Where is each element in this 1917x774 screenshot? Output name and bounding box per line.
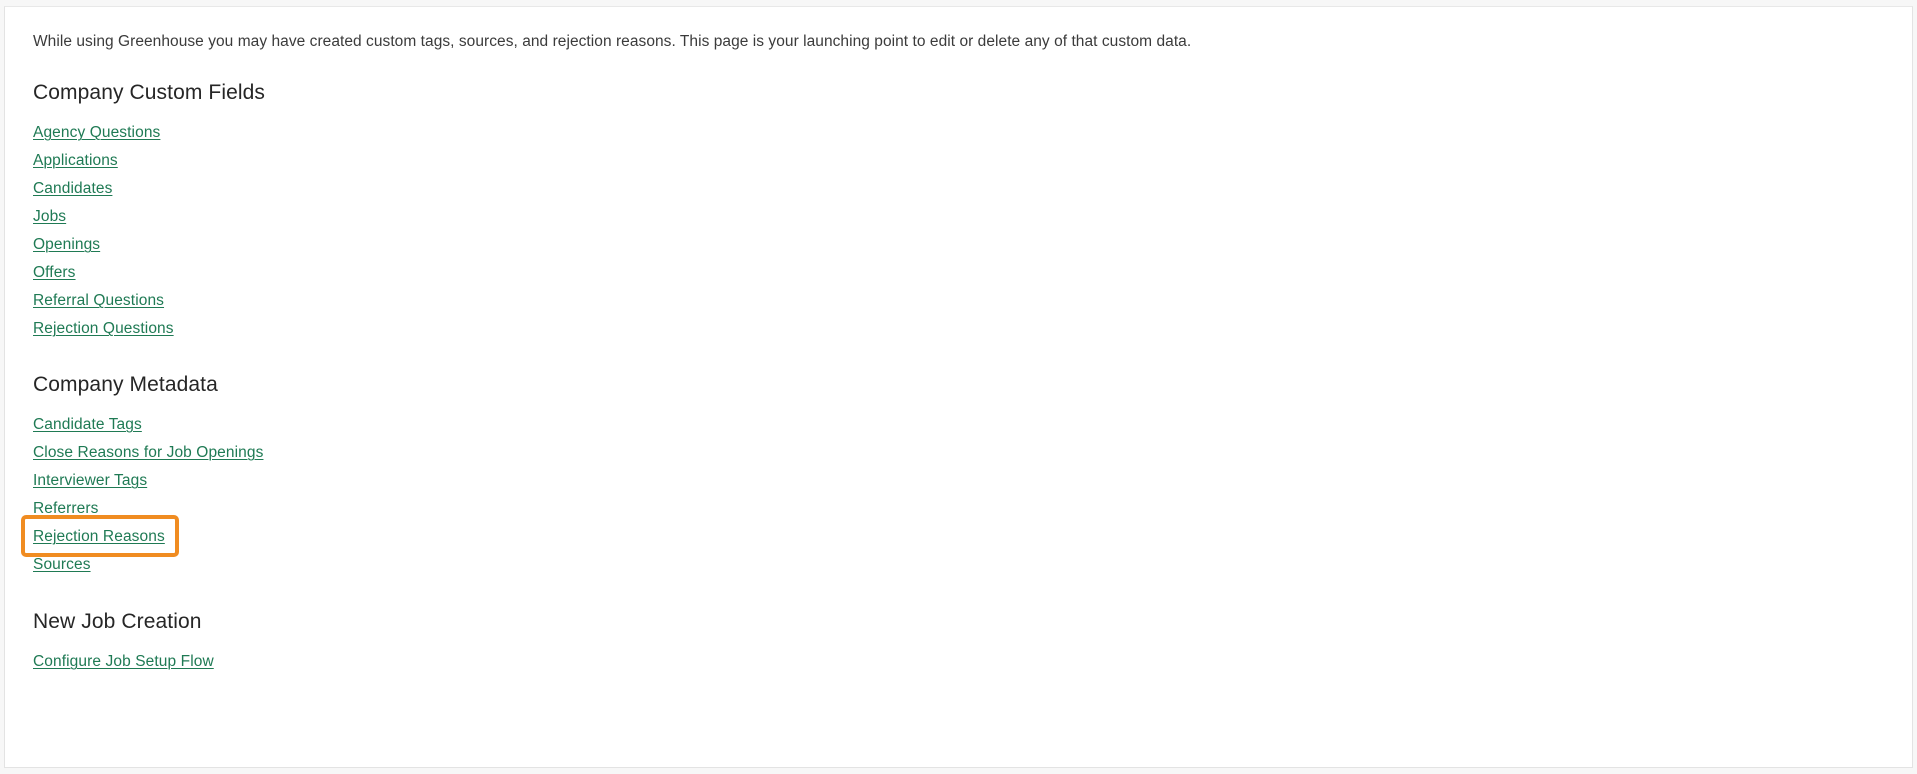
link-offers[interactable]: Offers (33, 263, 76, 283)
list-item: Jobs (33, 203, 1912, 231)
link-rejection-reasons[interactable]: Rejection Reasons (33, 527, 165, 547)
list-item: Interviewer Tags (33, 467, 1912, 495)
link-applications[interactable]: Applications (33, 151, 118, 171)
list-item: Referral Questions (33, 287, 1912, 315)
link-referral-questions[interactable]: Referral Questions (33, 291, 164, 311)
link-agency-questions[interactable]: Agency Questions (33, 123, 160, 143)
link-interviewer-tags[interactable]: Interviewer Tags (33, 471, 147, 491)
link-configure-job-setup-flow[interactable]: Configure Job Setup Flow (33, 652, 214, 672)
list-item: Openings (33, 231, 1912, 259)
link-candidate-tags[interactable]: Candidate Tags (33, 415, 142, 435)
section-company-metadata: Company Metadata Candidate Tags Close Reas… (21, 372, 1912, 579)
highlighted-link-wrapper: Rejection Reasons (21, 515, 179, 557)
section-heading: Company Metadata (33, 373, 218, 396)
link-candidates[interactable]: Candidates (33, 179, 112, 199)
page-root: While using Greenhouse you may have crea… (0, 0, 1917, 774)
section-link-list: Configure Job Setup Flow (33, 648, 1912, 676)
list-item: Referrers (33, 495, 1912, 523)
section-new-job-creation: New Job Creation Configure Job Setup Flow (33, 609, 1912, 676)
list-item: Candidate Tags (33, 411, 1912, 439)
list-item: Rejection Questions (33, 315, 1912, 343)
link-openings[interactable]: Openings (33, 235, 100, 255)
link-referrers[interactable]: Referrers (33, 499, 99, 519)
list-item: Close Reasons for Job Openings (33, 439, 1912, 467)
link-jobs[interactable]: Jobs (33, 207, 66, 227)
link-sources[interactable]: Sources (33, 555, 91, 575)
list-item: Applications (33, 147, 1912, 175)
section-link-list: Candidate Tags Close Reasons for Job Open… (21, 411, 1912, 579)
list-item: Candidates (33, 175, 1912, 203)
section-heading: Company Custom Fields (33, 81, 266, 104)
list-item: Agency Questions (33, 119, 1912, 147)
custom-options-content-card: While using Greenhouse you may have crea… (4, 6, 1913, 768)
section-link-list: Agency Questions Applications Candidates Jo… (33, 119, 1912, 343)
list-item: Offers (33, 259, 1912, 287)
sections-container: Company Custom Fields Agency Questions App… (21, 80, 1912, 676)
list-item: Sources (33, 551, 1912, 579)
list-item: Configure Job Setup Flow (33, 648, 1912, 676)
section-company-custom-fields: Company Custom Fields Agency Questions App… (33, 80, 1912, 343)
link-close-reasons-for-job-openings[interactable]: Close Reasons for Job Openings (33, 443, 263, 463)
intro-description: While using Greenhouse you may have crea… (33, 33, 1192, 50)
section-heading: New Job Creation (33, 610, 202, 633)
list-item: Rejection Reasons (21, 515, 1912, 557)
link-rejection-questions[interactable]: Rejection Questions (33, 319, 174, 339)
content-inner: While using Greenhouse you may have crea… (5, 7, 1912, 676)
